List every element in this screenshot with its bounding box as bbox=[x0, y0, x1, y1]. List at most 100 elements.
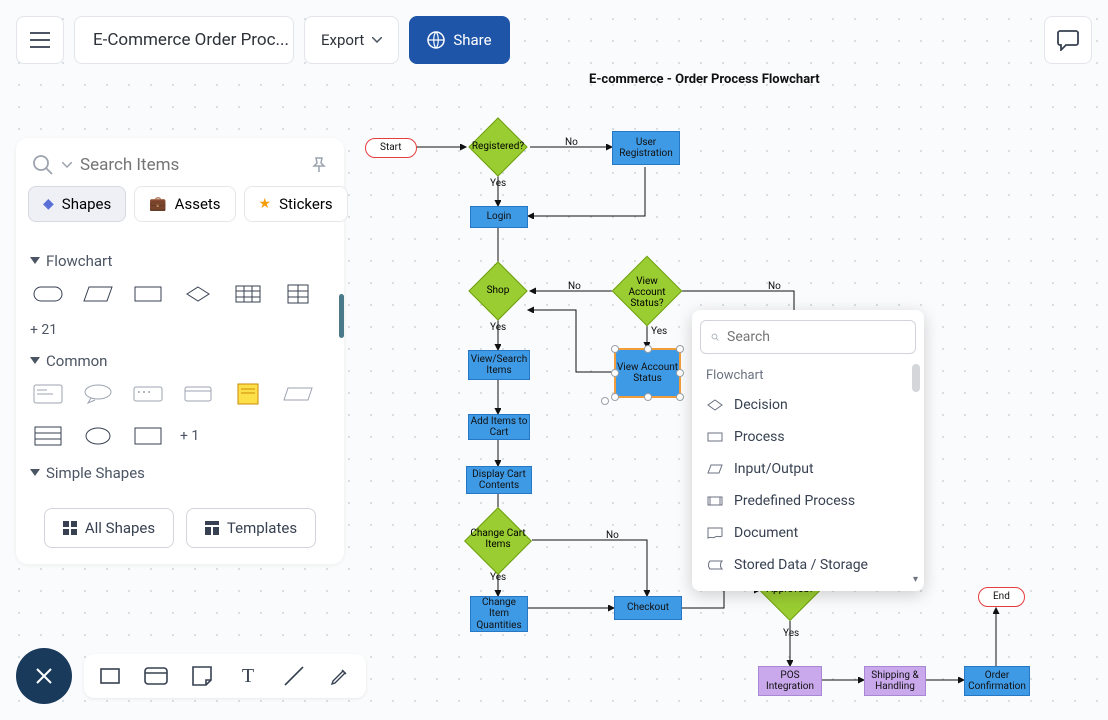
all-shapes-button[interactable]: All Shapes bbox=[44, 508, 174, 548]
tool-rectangle[interactable] bbox=[96, 662, 124, 690]
flowchart-more[interactable]: + 21 bbox=[30, 322, 330, 338]
tool-sticky[interactable] bbox=[188, 662, 216, 690]
export-label: Export bbox=[321, 31, 364, 49]
category-label: Simple Shapes bbox=[46, 464, 145, 482]
popup-item-document[interactable]: Document bbox=[700, 517, 916, 549]
edge-label-no: No bbox=[606, 530, 619, 541]
item-label: Document bbox=[734, 525, 798, 541]
shape-grid[interactable] bbox=[230, 280, 266, 308]
shape-card[interactable] bbox=[30, 380, 66, 408]
tool-highlighter[interactable] bbox=[326, 662, 354, 690]
tool-text[interactable]: T bbox=[234, 662, 262, 690]
node-view-search-items[interactable]: View/Search Items bbox=[468, 350, 530, 380]
edge-label-yes: Yes bbox=[490, 178, 506, 189]
tool-card[interactable] bbox=[142, 662, 170, 690]
shape-callout[interactable] bbox=[80, 380, 116, 408]
node-view-account-status[interactable]: View Account Status bbox=[615, 349, 680, 397]
document-title[interactable]: E-Commerce Order Proc... bbox=[74, 16, 294, 64]
shape-rectangle[interactable] bbox=[130, 280, 166, 308]
menu-button[interactable] bbox=[16, 16, 64, 64]
share-label: Share bbox=[453, 31, 491, 49]
shape-panel[interactable] bbox=[180, 380, 216, 408]
search-input[interactable] bbox=[80, 155, 302, 175]
edge-label-yes: Yes bbox=[783, 628, 799, 639]
tool-line[interactable] bbox=[280, 662, 308, 690]
diagram-title: E-commerce - Order Process Flowchart bbox=[589, 72, 820, 87]
item-label: Predefined Process bbox=[734, 493, 855, 509]
shapes-panel: ◆ Shapes 💼 Assets ★ Stickers Flowchart +… bbox=[16, 138, 344, 564]
shape-table2[interactable] bbox=[30, 422, 66, 450]
edge-label-no: No bbox=[768, 281, 781, 292]
shape-sticky-note[interactable] bbox=[230, 380, 266, 408]
edge-label-yes: Yes bbox=[651, 326, 667, 337]
briefcase-icon: 💼 bbox=[149, 196, 166, 212]
node-add-items[interactable]: Add Items to Cart bbox=[468, 414, 530, 440]
templates-button[interactable]: Templates bbox=[186, 508, 316, 548]
node-end[interactable]: End bbox=[978, 587, 1025, 607]
button-label: All Shapes bbox=[85, 519, 155, 537]
scrollbar[interactable] bbox=[339, 294, 344, 338]
edge-label-no: No bbox=[565, 137, 578, 148]
common-more[interactable]: + 1 bbox=[180, 422, 199, 450]
caret-down-icon bbox=[30, 257, 40, 265]
node-user-registration[interactable]: User Registration bbox=[612, 131, 680, 165]
popup-item-process[interactable]: Process bbox=[700, 421, 916, 453]
node-display-cart[interactable]: Display Cart Contents bbox=[466, 466, 532, 494]
node-start[interactable]: Start bbox=[365, 138, 417, 158]
search-icon bbox=[711, 329, 719, 345]
category-tabs: ◆ Shapes 💼 Assets ★ Stickers bbox=[16, 186, 344, 232]
node-change-cart-items[interactable] bbox=[464, 507, 532, 575]
shape-rect2[interactable] bbox=[130, 422, 166, 450]
node-shipping[interactable]: Shipping & Handling bbox=[864, 666, 926, 696]
node-pos[interactable]: POS Integration bbox=[758, 666, 822, 696]
tab-stickers[interactable]: ★ Stickers bbox=[244, 186, 348, 222]
category-simple-shapes[interactable]: Simple Shapes bbox=[30, 464, 330, 482]
popup-scrollbar[interactable] bbox=[912, 364, 920, 392]
shape-parallelogram[interactable] bbox=[80, 280, 116, 308]
category-common[interactable]: Common bbox=[30, 352, 330, 370]
globe-icon bbox=[427, 31, 445, 49]
node-registered[interactable] bbox=[468, 117, 527, 176]
search-icon bbox=[32, 154, 54, 176]
item-label: Input/Output bbox=[734, 461, 814, 477]
shape-display[interactable] bbox=[280, 380, 316, 408]
node-change-qty[interactable]: Change Item Quantities bbox=[470, 596, 528, 632]
storage-icon bbox=[706, 558, 724, 572]
predefined-icon bbox=[706, 494, 724, 508]
comments-button[interactable] bbox=[1044, 16, 1092, 64]
popup-item-stored-data[interactable]: Stored Data / Storage bbox=[700, 549, 916, 581]
share-button[interactable]: Share bbox=[409, 16, 509, 64]
top-toolbar: E-Commerce Order Proc... Export Share bbox=[16, 16, 1092, 64]
close-fab[interactable] bbox=[16, 648, 72, 704]
node-checkout[interactable]: Checkout bbox=[614, 596, 682, 620]
shape-ellipse[interactable] bbox=[80, 422, 116, 450]
chevron-down-icon[interactable] bbox=[62, 162, 72, 168]
category-flowchart[interactable]: Flowchart bbox=[30, 252, 330, 270]
category-label: Common bbox=[46, 352, 107, 370]
node-shop[interactable] bbox=[468, 261, 527, 320]
shape-keyboard[interactable] bbox=[130, 380, 166, 408]
popup-item-predefined-process[interactable]: Predefined Process bbox=[700, 485, 916, 517]
popup-item-input-output[interactable]: Input/Output bbox=[700, 453, 916, 485]
popup-search-input[interactable] bbox=[727, 329, 905, 345]
export-button[interactable]: Export bbox=[304, 16, 399, 64]
tab-shapes[interactable]: ◆ Shapes bbox=[28, 186, 126, 222]
popup-search[interactable] bbox=[700, 320, 916, 354]
node-login[interactable]: Login bbox=[470, 206, 528, 228]
tab-label: Shapes bbox=[62, 195, 111, 213]
tab-assets[interactable]: 💼 Assets bbox=[134, 186, 235, 222]
chevron-down-icon[interactable]: ▾ bbox=[913, 574, 918, 585]
node-order-confirmation[interactable]: Order Confirmation bbox=[964, 666, 1030, 696]
node-view-account-status-q[interactable] bbox=[612, 256, 683, 327]
shape-picker-popup: Flowchart Decision Process Input/Output … bbox=[692, 310, 924, 591]
popup-item-decision[interactable]: Decision bbox=[700, 389, 916, 421]
button-label: Templates bbox=[227, 519, 297, 537]
grid-icon bbox=[63, 521, 77, 535]
edge-label-no: No bbox=[568, 281, 581, 292]
parallelogram-icon bbox=[706, 462, 724, 476]
close-icon bbox=[34, 666, 54, 686]
shape-table[interactable] bbox=[280, 280, 316, 308]
pin-icon[interactable] bbox=[310, 156, 328, 174]
shape-terminator[interactable] bbox=[30, 280, 66, 308]
shape-diamond[interactable] bbox=[180, 280, 216, 308]
